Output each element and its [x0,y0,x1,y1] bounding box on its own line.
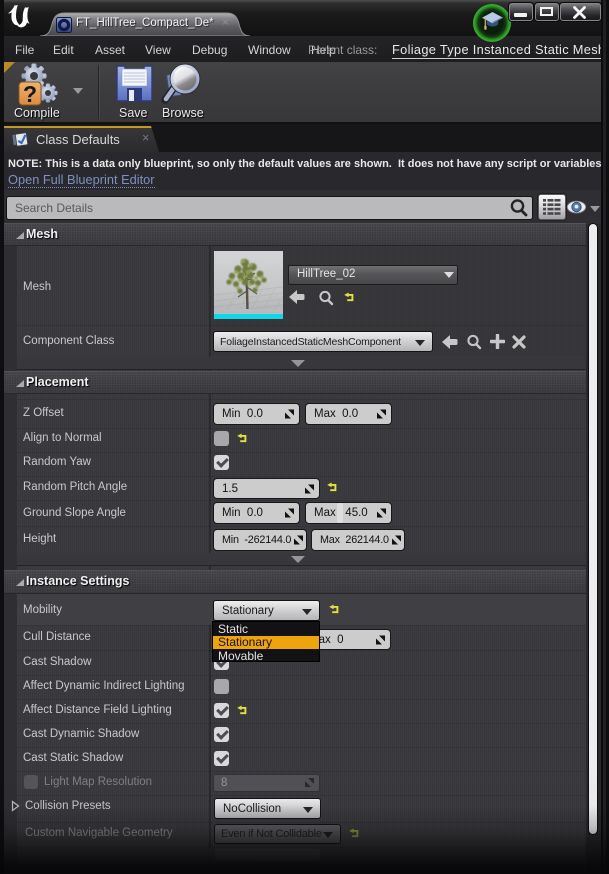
svg-text:?: ? [23,81,37,107]
